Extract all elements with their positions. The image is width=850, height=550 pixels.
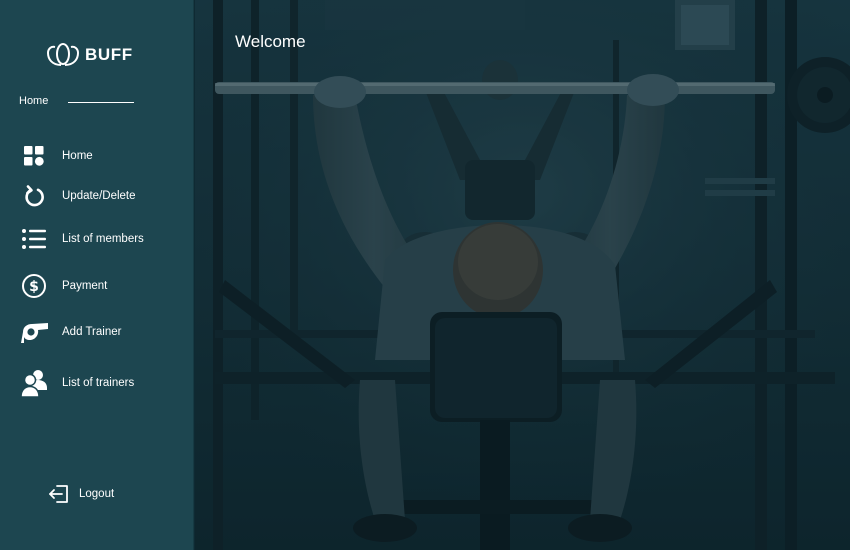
page-title: Welcome	[235, 32, 306, 51]
sidebar: BUFF Home Home Update/Delete List of mem…	[0, 0, 194, 550]
sidebar-item-home[interactable]: Home	[0, 139, 194, 173]
list-icon	[19, 224, 49, 254]
svg-text:$: $	[29, 279, 39, 295]
users-icon	[19, 368, 49, 398]
sidebar-item-list-of-trainers[interactable]: List of trainers	[0, 366, 194, 400]
brand-name: BUFF	[85, 45, 133, 64]
sidebar-item-add-trainer[interactable]: Add Trainer	[0, 315, 194, 349]
whistle-icon	[19, 317, 49, 347]
sidebar-item-label: List of trainers	[62, 377, 135, 389]
sidebar-item-label: Home	[62, 150, 93, 162]
sidebar-item-label: List of members	[62, 233, 144, 245]
lotus-logo-icon	[46, 43, 80, 66]
logout-button[interactable]: Logout	[47, 482, 114, 506]
main-content: Welcome	[195, 0, 850, 550]
sidebar-item-label: Update/Delete	[62, 190, 136, 202]
brand[interactable]: BUFF	[46, 41, 133, 69]
sidebar-item-update-delete[interactable]: Update/Delete	[0, 179, 194, 213]
sidebar-item-label: Payment	[62, 280, 108, 292]
gym-background-image	[195, 0, 850, 550]
logout-label: Logout	[79, 488, 115, 500]
section-divider	[68, 102, 134, 103]
sidebar-item-list-of-members[interactable]: List of members	[0, 222, 194, 256]
sidebar-item-payment[interactable]: $ Payment	[0, 269, 194, 303]
refresh-icon	[19, 181, 49, 211]
logout-icon	[47, 482, 71, 506]
dashboard-icon	[19, 141, 49, 171]
dollar-icon: $	[19, 271, 49, 301]
sidebar-section-label: Home	[19, 95, 49, 107]
sidebar-item-label: Add Trainer	[62, 326, 122, 338]
